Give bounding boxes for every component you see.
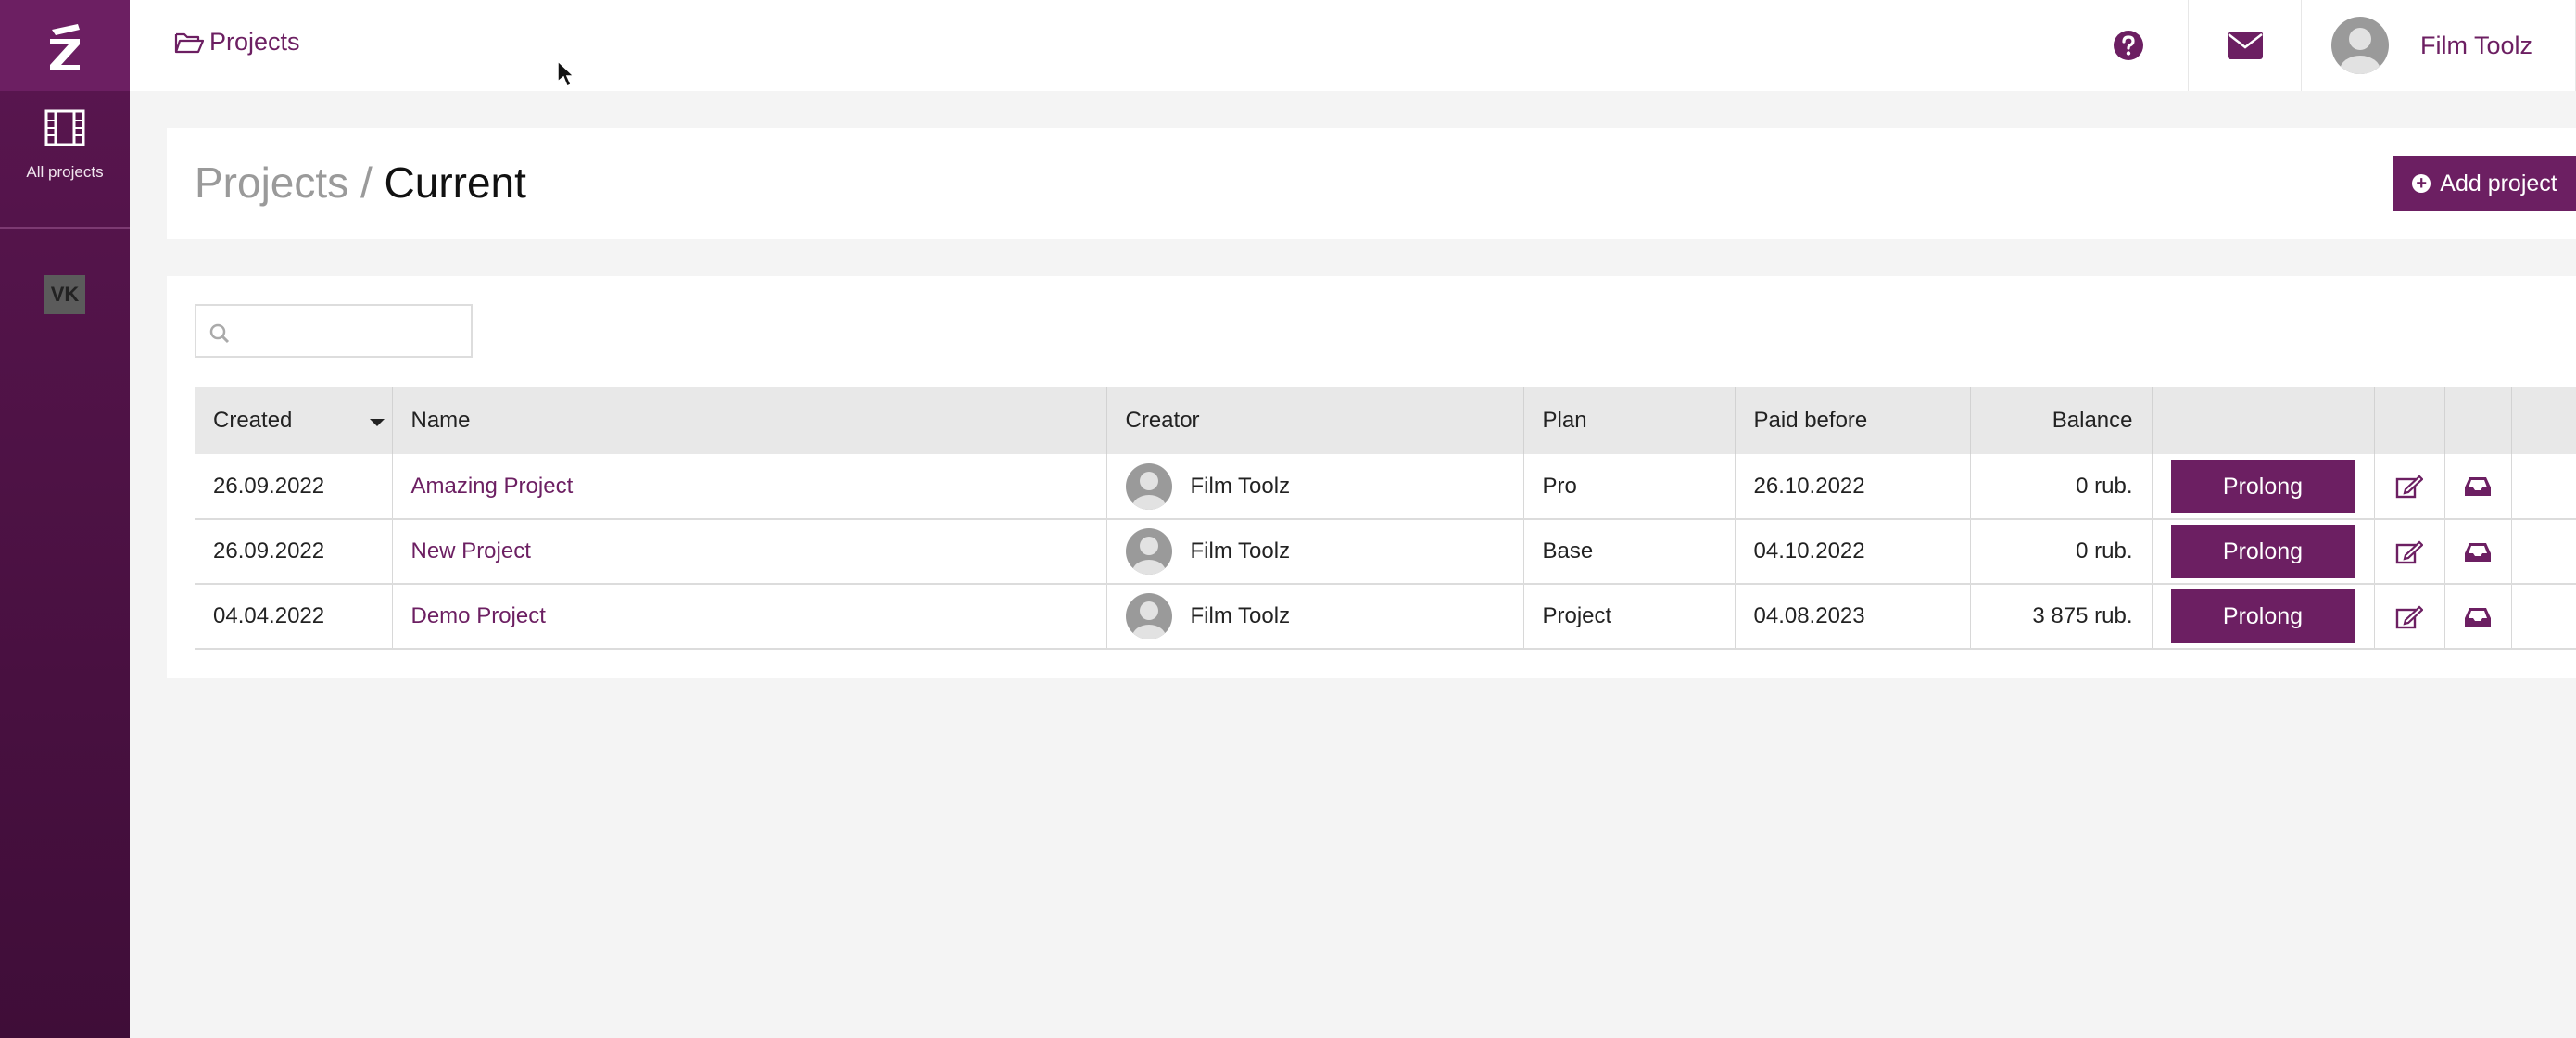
cell-plan: Pro bbox=[1523, 454, 1736, 520]
sidebar-item-all-projects[interactable]: All projects bbox=[0, 91, 130, 228]
edit-icon[interactable] bbox=[2395, 605, 2423, 629]
column-header-creator[interactable]: Creator bbox=[1106, 387, 1524, 454]
column-header-edit bbox=[2374, 387, 2445, 454]
projects-panel: Created Name Creator Plan Paid before Ba… bbox=[167, 276, 2576, 678]
avatar bbox=[1125, 462, 1172, 510]
cell-created: 04.04.2022 bbox=[195, 584, 393, 650]
avatar bbox=[1125, 528, 1172, 575]
vk-icon[interactable]: VK bbox=[44, 275, 85, 314]
sort-desc-icon bbox=[369, 419, 385, 426]
user-menu[interactable]: Film Toolz bbox=[2302, 0, 2576, 91]
add-project-label: Add project bbox=[2440, 170, 2557, 196]
project-name-link[interactable]: Demo Project bbox=[411, 603, 546, 628]
table-row: 04.04.2022 Demo Project Film Toolz Proje… bbox=[195, 584, 2576, 650]
project-name-link[interactable]: New Project bbox=[411, 538, 531, 563]
archive-icon[interactable] bbox=[2464, 541, 2492, 563]
sidebar: All projects VK bbox=[0, 0, 130, 1038]
cell-creator: Film Toolz bbox=[1125, 528, 1505, 575]
film-toolz-logo-icon bbox=[50, 24, 80, 70]
avatar bbox=[1125, 593, 1172, 639]
sidebar-divider bbox=[0, 227, 130, 229]
top-bar: Projects Film Toolz bbox=[130, 0, 2576, 91]
column-header-extra bbox=[2511, 387, 2576, 454]
prolong-button[interactable]: Prolong bbox=[2171, 459, 2355, 513]
column-header-archive bbox=[2444, 387, 2512, 454]
envelope-icon bbox=[2227, 32, 2263, 59]
add-project-button[interactable]: + Add project bbox=[2393, 156, 2576, 211]
table-row: 26.09.2022 New Project Film Toolz Base 0… bbox=[195, 519, 2576, 585]
breadcrumb-label: Projects bbox=[209, 28, 300, 56]
cell-balance: 0 rub. bbox=[1970, 519, 2153, 585]
cell-balance: 0 rub. bbox=[1970, 454, 2153, 520]
cell-creator: Film Toolz bbox=[1125, 462, 1505, 510]
title-parent[interactable]: Projects / bbox=[195, 158, 373, 207]
archive-icon[interactable] bbox=[2464, 475, 2492, 498]
creator-name: Film Toolz bbox=[1190, 538, 1291, 563]
user-name: Film Toolz bbox=[2420, 31, 2533, 59]
cell-paid-before: 04.10.2022 bbox=[1735, 519, 1971, 585]
avatar bbox=[2331, 17, 2389, 74]
creator-name: Film Toolz bbox=[1190, 473, 1291, 499]
messages-button[interactable] bbox=[2189, 0, 2302, 91]
breadcrumb[interactable]: Projects bbox=[174, 28, 300, 57]
search-input[interactable] bbox=[195, 304, 473, 358]
column-header-balance[interactable]: Balance bbox=[1970, 387, 2153, 454]
prolong-button[interactable]: Prolong bbox=[2171, 525, 2355, 578]
film-icon bbox=[44, 109, 85, 146]
folder-open-icon bbox=[174, 32, 204, 53]
plus-circle-icon: + bbox=[2412, 174, 2431, 193]
cell-paid-before: 04.08.2023 bbox=[1735, 584, 1971, 650]
question-circle-icon bbox=[2113, 31, 2143, 60]
search-icon bbox=[209, 323, 230, 344]
column-header-created[interactable]: Created bbox=[195, 387, 393, 454]
table-row: 26.09.2022 Amazing Project Film Toolz Pr… bbox=[195, 454, 2576, 520]
column-header-name[interactable]: Name bbox=[392, 387, 1107, 454]
column-header-plan[interactable]: Plan bbox=[1523, 387, 1736, 454]
edit-icon[interactable] bbox=[2395, 475, 2423, 499]
cell-created: 26.09.2022 bbox=[195, 454, 393, 520]
projects-table: Created Name Creator Plan Paid before Ba… bbox=[195, 387, 2576, 650]
cell-created: 26.09.2022 bbox=[195, 519, 393, 585]
cell-plan: Base bbox=[1523, 519, 1736, 585]
app-logo[interactable] bbox=[0, 0, 130, 91]
table-header-row: Created Name Creator Plan Paid before Ba… bbox=[195, 387, 2576, 454]
help-button[interactable] bbox=[2068, 0, 2189, 91]
creator-name: Film Toolz bbox=[1190, 603, 1291, 628]
mouse-cursor-icon bbox=[557, 59, 575, 88]
cell-plan: Project bbox=[1523, 584, 1736, 650]
prolong-button[interactable]: Prolong bbox=[2171, 589, 2355, 643]
cell-paid-before: 26.10.2022 bbox=[1735, 454, 1971, 520]
page-header: Projects / Current + Add project bbox=[167, 128, 2576, 239]
project-name-link[interactable]: Amazing Project bbox=[411, 474, 574, 499]
edit-icon[interactable] bbox=[2395, 540, 2423, 564]
column-header-paid-before[interactable]: Paid before bbox=[1735, 387, 1971, 454]
title-current: Current bbox=[384, 158, 526, 207]
cell-creator: Film Toolz bbox=[1125, 593, 1505, 639]
cell-balance: 3 875 rub. bbox=[1970, 584, 2153, 650]
column-header-action bbox=[2152, 387, 2375, 454]
archive-icon[interactable] bbox=[2464, 606, 2492, 628]
sidebar-item-label: All projects bbox=[26, 163, 104, 181]
page-title: Projects / Current bbox=[195, 158, 526, 208]
